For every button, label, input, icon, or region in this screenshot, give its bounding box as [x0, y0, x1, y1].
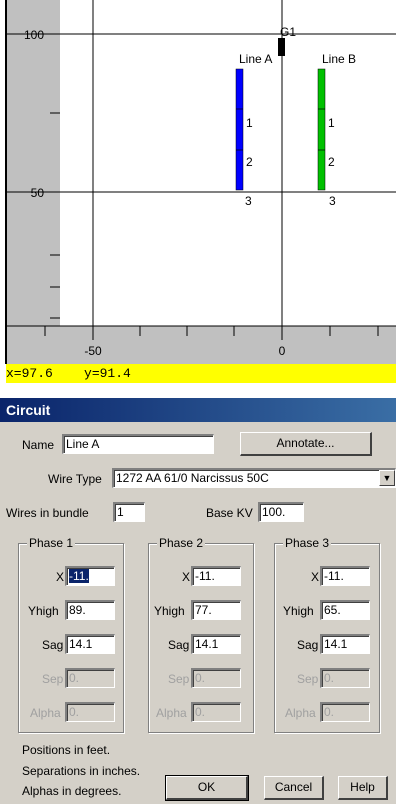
phase-2-sag-field[interactable]: 14.1 [191, 634, 241, 654]
phase-3-x-label: X [311, 570, 320, 584]
x-tick-0: 0 [279, 344, 286, 358]
phase-2-yhigh-label: Yhigh [154, 604, 185, 618]
note-separations: Separations in inches. [22, 764, 141, 778]
annotate-button[interactable]: Annotate... [240, 432, 372, 456]
phase-3-title: Phase 3 [283, 536, 332, 550]
phase-2-alpha-field: 0. [191, 702, 241, 722]
dialog-title: Circuit [0, 398, 396, 422]
wires-in-bundle-field[interactable]: 1 [113, 502, 145, 522]
phase-3-alpha-label: Alpha [285, 706, 316, 720]
phase-2-title: Phase 2 [157, 536, 206, 550]
phase-3-alpha-field: 0. [320, 702, 370, 722]
coord-y: y=91.4 [84, 366, 131, 381]
wire-type-label: Wire Type [48, 472, 102, 486]
wire-type-value: 1272 AA 61/0 Narcissus 50C [116, 471, 269, 485]
phase-2-x-field[interactable]: -11. [191, 566, 241, 586]
line-b-conductor[interactable] [317, 68, 326, 191]
coord-x: x=97.6 [6, 366, 53, 381]
help-button[interactable]: Help [338, 776, 388, 800]
note-alphas: Alphas in degrees. [22, 784, 122, 798]
cancel-button[interactable]: Cancel [264, 776, 324, 800]
phase-3-yhigh-field[interactable]: 65. [320, 600, 370, 620]
phase-2-yhigh-field[interactable]: 77. [191, 600, 241, 620]
wires-in-bundle-label: Wires in bundle [6, 506, 89, 520]
phase-1-alpha-field: 0. [65, 702, 115, 722]
phase-2-x-label: X [182, 570, 191, 584]
phase-1-title: Phase 1 [27, 536, 76, 550]
line-a-label: Line A [239, 52, 272, 66]
chevron-down-icon[interactable]: ▼ [379, 470, 395, 486]
phase-1-yhigh-label: Yhigh [28, 604, 59, 618]
note-positions: Positions in feet. [22, 743, 111, 757]
name-label: Name [22, 438, 55, 452]
line-a-phase-1: 1 [246, 116, 253, 130]
phase-1-alpha-label: Alpha [30, 706, 61, 720]
line-b-phase-3: 3 [329, 194, 336, 208]
phase-3-x-field[interactable]: -11. [320, 566, 370, 586]
bottom-axis-band [6, 326, 396, 364]
phase-3-sep-label: Sep [297, 672, 319, 686]
phase-1-x-label: X [56, 570, 65, 584]
phase-2-sep-field: 0. [191, 668, 241, 688]
line-a-conductor[interactable] [235, 68, 244, 191]
phase-1-sag-field[interactable]: 14.1 [65, 634, 115, 654]
phase-3-sag-label: Sag [297, 638, 319, 652]
coordinate-readout: x=97.6 y=91.4 [6, 364, 396, 383]
base-kv-field[interactable]: 100. [258, 502, 304, 522]
generator-g1-marker[interactable] [278, 38, 285, 56]
phase-1-x-field[interactable]: -11. [65, 566, 115, 586]
line-b-phase-2: 2 [328, 155, 335, 169]
circuit-dialog: Circuit Name Line A Annotate... Wire Typ… [0, 398, 396, 804]
y-tick-100: 100 [24, 28, 44, 42]
y-tick-50: 50 [31, 186, 45, 200]
x-tick-neg50: -50 [84, 344, 102, 358]
ok-button[interactable]: OK [165, 775, 249, 801]
line-b-phase-1: 1 [328, 116, 335, 130]
base-kv-label: Base KV [206, 506, 253, 520]
phase-1-sag-label: Sag [42, 638, 64, 652]
line-a-phase-3: 3 [245, 194, 252, 208]
left-axis-band [6, 0, 60, 326]
phase-1-sep-label: Sep [42, 672, 64, 686]
generator-g1-label: G1 [280, 25, 296, 39]
phase-2-sep-label: Sep [168, 672, 190, 686]
wire-type-combobox[interactable]: 1272 AA 61/0 Narcissus 50C ▼ [112, 468, 396, 488]
phase-3-yhigh-label: Yhigh [283, 604, 314, 618]
plot-area[interactable]: 100 50 -50 0 G1 Line A 1 2 3 Line B 1 2 … [0, 0, 396, 384]
phase-1-sep-field: 0. [65, 668, 115, 688]
phase-1-x-value: -11. [69, 569, 89, 583]
phase-3-sag-field[interactable]: 14.1 [320, 634, 370, 654]
plot-canvas[interactable]: 100 50 -50 0 G1 Line A 1 2 3 Line B 1 2 … [0, 0, 396, 384]
phase-1-yhigh-field[interactable]: 89. [65, 600, 115, 620]
phase-2-alpha-label: Alpha [156, 706, 187, 720]
phase-2-sag-label: Sag [168, 638, 190, 652]
line-a-phase-2: 2 [246, 155, 253, 169]
name-field[interactable]: Line A [62, 434, 214, 454]
line-b-label: Line B [322, 52, 356, 66]
phase-3-sep-field: 0. [320, 668, 370, 688]
